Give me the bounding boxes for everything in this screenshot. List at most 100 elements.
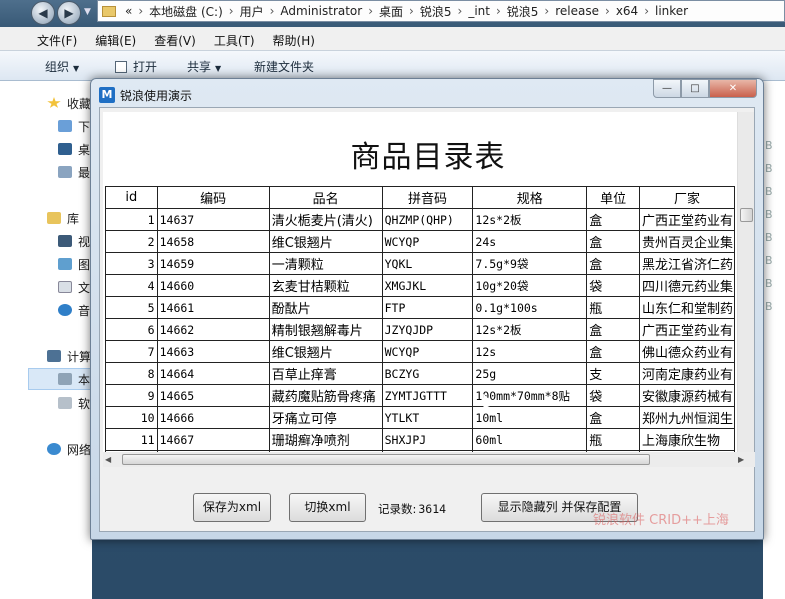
table-row[interactable]: 7 14663 维C银翘片 WCYQP 12s 盒佛山德众药业有: [105, 340, 735, 363]
breadcrumb-separator-icon[interactable]: ›: [270, 4, 275, 18]
nav-music[interactable]: 音: [58, 299, 90, 321]
breadcrumb-segment[interactable]: «: [125, 4, 132, 18]
save-as-xml-button[interactable]: 保存为xml: [193, 493, 271, 522]
cell-name: 百草止痒膏: [268, 362, 383, 385]
breadcrumb-separator-icon[interactable]: ›: [544, 4, 549, 18]
switch-xml-button[interactable]: 切换xml: [289, 493, 366, 522]
scroll-right-arrow-icon[interactable]: ▶: [738, 455, 744, 464]
file-size-fragment: B: [765, 300, 773, 313]
nav-computer-label: 计算: [67, 349, 92, 364]
breadcrumb-separator-icon[interactable]: ›: [496, 4, 501, 18]
nav-computer[interactable]: 计算: [47, 345, 91, 367]
breadcrumb-separator-icon[interactable]: ›: [644, 4, 649, 18]
table-row[interactable]: 4 14660 玄麦甘桔颗粒 XMGJKL 10g*20袋袋四川德元药业集: [105, 274, 735, 297]
breadcrumb-segment[interactable]: Administrator: [280, 4, 362, 18]
column-header-id[interactable]: id: [105, 186, 158, 209]
report-viewer[interactable]: 商品目录表 id 编码 品名 拼音码 规格 单位 厂家 1 14637 清火栀麦…: [103, 112, 737, 454]
cell-unit: 袋: [586, 384, 640, 407]
nav-local-disk[interactable]: 本: [58, 368, 90, 390]
open-button[interactable]: 打开: [115, 58, 157, 75]
nav-pictures[interactable]: 图: [58, 253, 90, 275]
breadcrumb-separator-icon[interactable]: ›: [368, 4, 373, 18]
menu-tools[interactable]: 工具(T): [205, 30, 264, 50]
breadcrumb-segment[interactable]: 锐浪5: [507, 3, 539, 20]
nav-soft-disk-label: 软: [78, 396, 91, 411]
breadcrumb-separator-icon[interactable]: ›: [138, 4, 143, 18]
nav-videos[interactable]: 视: [58, 230, 90, 252]
share-button[interactable]: 共享 ▼: [187, 58, 221, 75]
breadcrumb-segment[interactable]: release: [555, 4, 599, 18]
cell-spec: 7.5g*9袋: [472, 252, 588, 275]
table-row[interactable]: 5 14661 酚酞片 FTP 0.1g*100s 瓶山东仁和堂制药: [105, 296, 735, 319]
breadcrumb-separator-icon[interactable]: ›: [458, 4, 463, 18]
breadcrumb-segment[interactable]: 桌面: [379, 3, 403, 20]
nav-network[interactable]: 网络: [47, 438, 91, 460]
cell-id: 11: [105, 428, 158, 451]
breadcrumb-separator-icon[interactable]: ›: [229, 4, 234, 18]
menu-edit[interactable]: 编辑(E): [86, 30, 145, 50]
table-row[interactable]: 9 14665 藏药魔贴筋骨疼痛 ZYMTJGTTT 100mm*70mm*8贴袋安徽康…: [105, 384, 735, 407]
menu-help[interactable]: 帮助(H): [264, 30, 324, 50]
vertical-scrollbar[interactable]: [737, 112, 754, 452]
horizontal-scrollbar[interactable]: ◀ ▶: [103, 452, 755, 467]
breadcrumb-segment[interactable]: linker: [655, 4, 688, 18]
column-header-code[interactable]: 编码: [156, 186, 270, 209]
table-row[interactable]: 8 14664 百草止痒膏 BCZYG 25g 支河南定康药业有: [105, 362, 735, 385]
cell-mfr: 黑龙江省济仁药: [638, 252, 735, 275]
column-header-manufacturer[interactable]: 厂家: [638, 186, 735, 209]
cell-code: 14661: [156, 296, 270, 319]
nav-libraries[interactable]: 库: [47, 207, 79, 229]
organize-button[interactable]: 组织 ▼: [45, 58, 79, 75]
new-folder-button[interactable]: 新建文件夹: [254, 58, 314, 75]
cell-py: WCYQP: [381, 340, 474, 363]
nav-documents-label: 文: [78, 280, 91, 295]
nav-downloads-label: 下: [78, 119, 91, 134]
minimize-button[interactable]: —: [653, 79, 681, 98]
menu-file[interactable]: 文件(F): [28, 30, 86, 50]
breadcrumb-segment[interactable]: _int: [468, 4, 490, 18]
table-row[interactable]: 3 14659 一清颗粒 YQKL 7.5g*9袋盒黑龙江省济仁药: [105, 252, 735, 275]
nav-favorites[interactable]: 收藏: [47, 92, 91, 114]
dialog-titlebar[interactable]: M 锐浪使用演示 — □ ✕: [91, 79, 763, 107]
close-button[interactable]: ✕: [709, 79, 757, 98]
nav-soft-disk[interactable]: 软: [58, 392, 90, 414]
nav-desktop[interactable]: 桌: [58, 138, 90, 160]
address-bar[interactable]: « › 本地磁盘 (C:) › 用户 › Administrator › 桌面 › 锐浪5 › _int…: [97, 0, 785, 22]
recent-pages-dropdown-icon[interactable]: ▼: [84, 7, 91, 17]
breadcrumb-segment[interactable]: 本地磁盘 (C:): [149, 3, 223, 20]
forward-button[interactable]: ▶: [57, 1, 81, 25]
cell-name: 牙痛立可停: [268, 406, 383, 429]
maximize-button[interactable]: □: [681, 79, 709, 98]
breadcrumb-segment[interactable]: 锐浪5: [420, 3, 452, 20]
cell-unit: 盒: [586, 230, 640, 253]
table-row[interactable]: 10 14666 牙痛立可停 YTLKT 10ml 盒郑州九州恒润生: [105, 406, 735, 429]
column-header-pinyin[interactable]: 拼音码: [381, 186, 474, 209]
nav-downloads[interactable]: 下: [58, 115, 90, 137]
breadcrumb-segment[interactable]: x64: [616, 4, 638, 18]
scroll-left-arrow-icon[interactable]: ◀: [105, 455, 111, 464]
table-row[interactable]: 6 14662 精制银翘解毒片 JZYQJDP 12s*2板盒广西正堂药业有: [105, 318, 735, 341]
menu-view[interactable]: 查看(V): [145, 30, 205, 50]
cell-name: 酚酞片: [268, 296, 383, 319]
breadcrumb-separator-icon[interactable]: ›: [605, 4, 610, 18]
horizontal-scroll-thumb[interactable]: [122, 454, 650, 465]
back-button[interactable]: ◀: [31, 1, 55, 25]
table-row[interactable]: 11 14667 珊瑚癣净喷剂 SHXJPJ 60ml 瓶上海康欣生物: [105, 428, 735, 451]
nav-documents[interactable]: 文: [58, 276, 90, 298]
column-header-name[interactable]: 品名: [268, 186, 383, 209]
cell-mfr: 山东仁和堂制药: [638, 296, 735, 319]
vertical-scroll-thumb[interactable]: [740, 208, 753, 222]
nav-recent[interactable]: 最: [58, 161, 90, 183]
breadcrumb-segment[interactable]: 用户: [240, 3, 264, 20]
cell-name: 清火栀麦片(清火): [268, 208, 383, 231]
cell-code: 14667: [156, 428, 270, 451]
breadcrumb-separator-icon[interactable]: ›: [409, 4, 414, 18]
table-row[interactable]: 1 14637 清火栀麦片(清火) QHZMP(QHP) 12s*2板盒广西正堂药业有: [105, 208, 735, 231]
column-header-unit[interactable]: 单位: [586, 186, 640, 209]
column-header-spec[interactable]: 规格: [472, 186, 588, 209]
table-row[interactable]: 2 14658 维C银翘片 WCYQP 24s 盒贵州百灵企业集: [105, 230, 735, 253]
cell-mfr: 郑州九州恒润生: [638, 406, 735, 429]
cell-name: 玄麦甘桔颗粒: [268, 274, 383, 297]
report-title: 商品目录表: [350, 140, 506, 175]
nav-music-label: 音: [78, 303, 91, 318]
